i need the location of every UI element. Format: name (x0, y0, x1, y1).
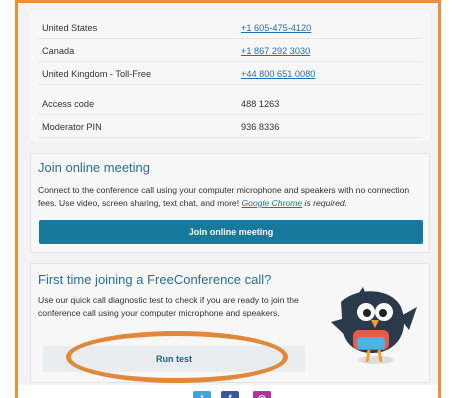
bird-mascot-icon (331, 287, 417, 364)
join-title: Join online meeting (38, 160, 151, 175)
access-code-value: 488 1263 (241, 99, 280, 109)
country-label: Canada (42, 46, 75, 56)
google-chrome-link[interactable]: Google Chrome (242, 198, 303, 208)
diagnostic-test-card: First time joining a FreeConference call… (30, 263, 430, 383)
moderator-pin-value: 936 8336 (241, 122, 280, 132)
phone-link[interactable]: +44 800 651 0080 (241, 63, 315, 85)
number-row-canada: Canada +1 867 292 3030 (38, 40, 422, 62)
country-label: United Kingdom - Toll-Free (42, 69, 152, 79)
number-row-us: United States +1 605-475-4120 (38, 17, 422, 39)
highlight-oval (66, 331, 288, 383)
join-desc-text: Connect to the conference call using you… (38, 185, 410, 208)
dial-in-numbers-card: United States +1 605-475-4120 Canada +1 … (30, 11, 430, 141)
facebook-icon[interactable]: f (221, 391, 239, 398)
test-description: Use our quick call diagnostic test to ch… (38, 295, 299, 318)
number-row-uk: United Kingdom - Toll-Free +44 800 651 0… (38, 63, 422, 85)
join-online-meeting-button[interactable]: Join online meeting (39, 220, 423, 244)
access-code-label: Access code (42, 99, 95, 109)
moderator-pin-row: Moderator PIN 936 8336 (38, 116, 422, 138)
instagram-icon[interactable]: ◎ (253, 391, 271, 398)
join-online-card: Join online meeting Connect to the confe… (30, 153, 430, 253)
join-desc-suffix: is required. (302, 198, 348, 208)
join-description: Connect to the conference call using you… (38, 184, 426, 210)
twitter-icon[interactable]: t (193, 391, 211, 398)
email-frame: United States +1 605-475-4120 Canada +1 … (15, 0, 441, 398)
moderator-pin-label: Moderator PIN (42, 122, 102, 132)
country-label: United States (42, 23, 98, 33)
phone-link[interactable]: +1 605-475-4120 (241, 17, 311, 39)
test-title: First time joining a FreeConference call… (38, 272, 272, 287)
access-code-row: Access code 488 1263 (38, 93, 422, 115)
phone-link[interactable]: +1 867 292 3030 (241, 40, 310, 62)
